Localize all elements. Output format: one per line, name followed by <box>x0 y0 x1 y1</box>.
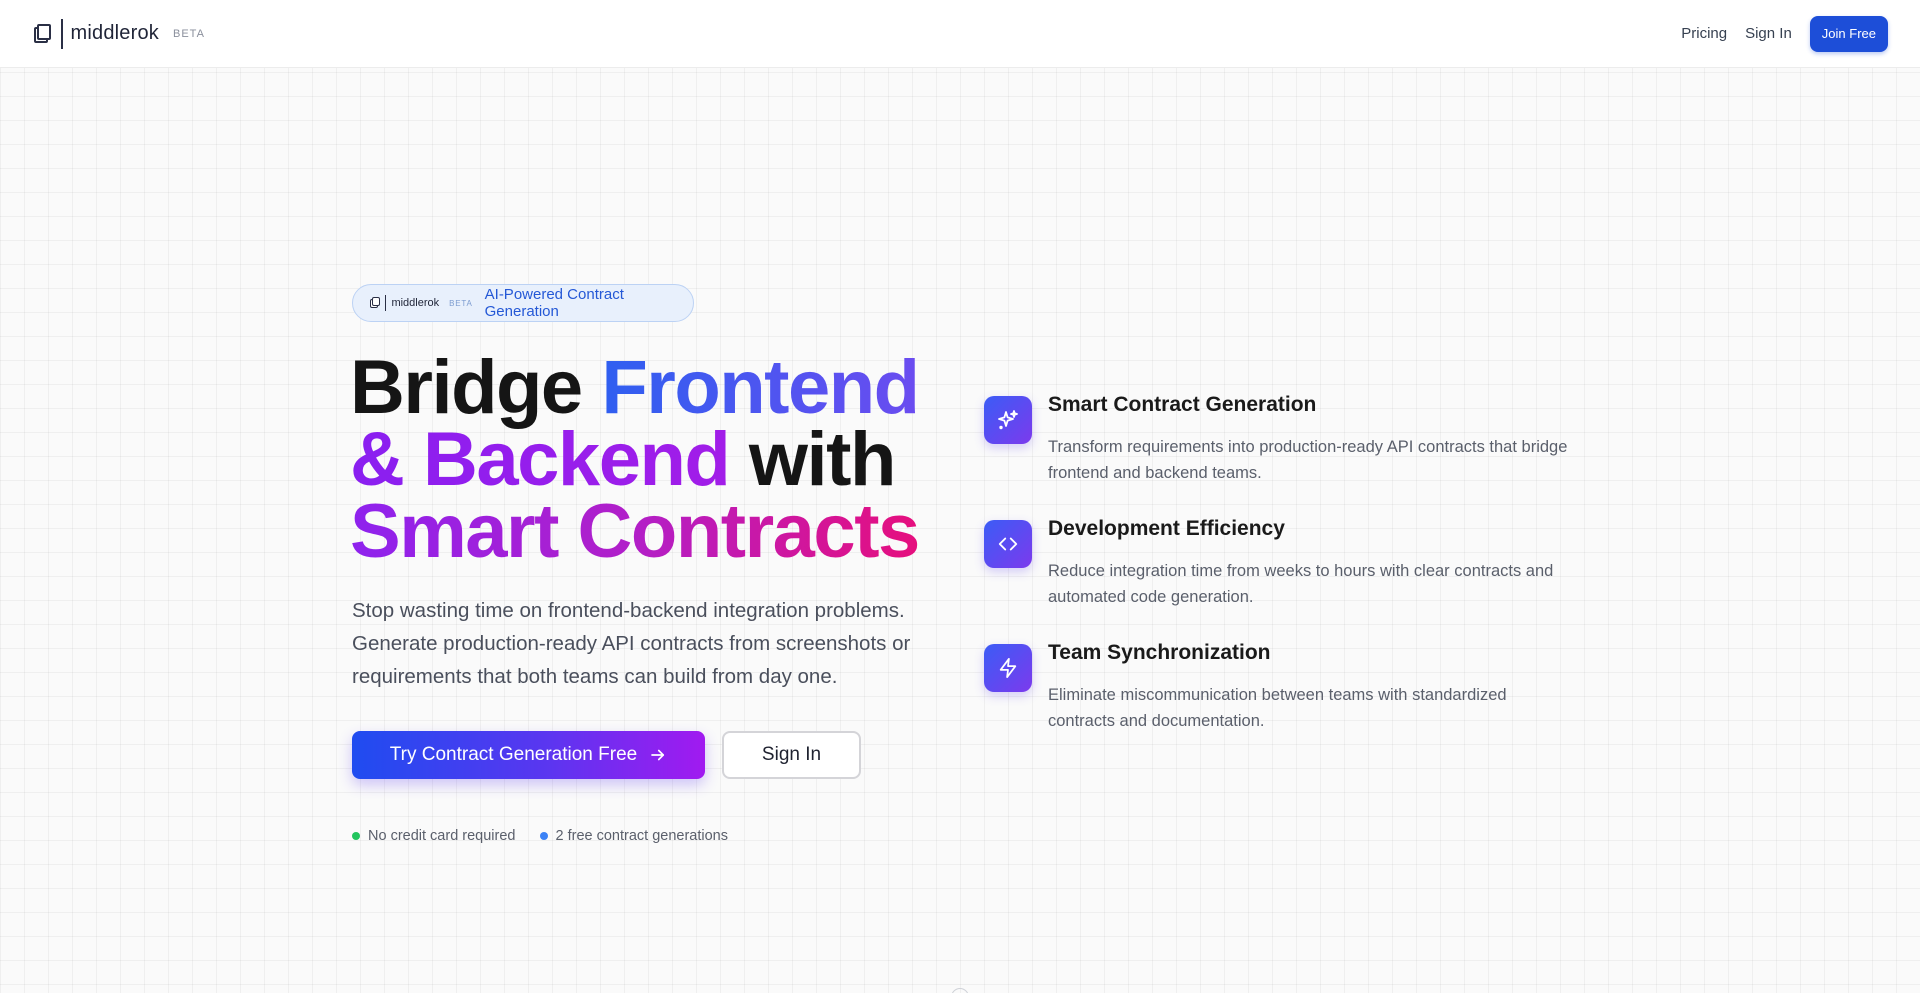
logo-divider <box>61 18 63 49</box>
hero-sign-in-button[interactable]: Sign In <box>722 731 861 779</box>
note-no-credit-card: No credit card required <box>352 828 516 844</box>
pill-logo-divider <box>385 295 387 311</box>
arrow-right-icon <box>651 749 665 761</box>
headline-part-smart-contracts: Smart Contracts <box>350 489 920 574</box>
feature-description: Eliminate miscommunication between teams… <box>1048 686 1507 730</box>
brand-logo[interactable]: middlerok BETA <box>32 18 205 49</box>
hero-notes: No credit card required 2 free contract … <box>352 828 728 844</box>
feature-title: Development Efficiency <box>1048 517 1285 540</box>
try-contract-generation-button[interactable]: Try Contract Generation Free <box>352 731 705 779</box>
pill-logo-icon <box>369 297 380 309</box>
top-nav: Pricing Sign In Join Free <box>1681 15 1888 52</box>
feature-description: Transform requirements into production-r… <box>1048 438 1568 482</box>
nav-sign-in-link[interactable]: Sign In <box>1745 25 1792 42</box>
feature-description: Reduce integration time from weeks to ho… <box>1048 562 1554 606</box>
feature-title: Team Synchronization <box>1048 641 1271 664</box>
scroll-indicator-icon[interactable] <box>951 988 969 993</box>
nav-pricing-link[interactable]: Pricing <box>1681 25 1727 42</box>
announcement-pill: middlerok BETA AI-Powered Contract Gener… <box>352 284 694 322</box>
pill-beta-badge: BETA <box>449 298 473 308</box>
beta-badge: BETA <box>173 27 205 40</box>
hero-subtitle: Stop wasting time on frontend-backend in… <box>352 599 911 688</box>
cta-primary-label: Try Contract Generation Free <box>389 744 638 765</box>
sparkles-icon <box>984 396 1032 444</box>
feature-title: Smart Contract Generation <box>1048 393 1317 416</box>
blue-dot-icon <box>539 832 548 840</box>
pill-text: AI-Powered Contract Generation <box>484 286 624 320</box>
note-text: 2 free contract generations <box>555 828 729 844</box>
note-text: No credit card required <box>368 828 516 844</box>
code-icon <box>984 520 1032 568</box>
note-free-generations: 2 free contract generations <box>539 828 729 844</box>
pill-brand-name: middlerok <box>391 297 440 309</box>
hero-headline: Bridge Frontend & Backend with Smart Con… <box>350 350 970 570</box>
brand-name: middlerok <box>70 22 159 44</box>
lightning-icon <box>984 644 1032 692</box>
logo-icon <box>32 23 54 45</box>
site-header: middlerok BETA Pricing Sign In Join Free <box>0 0 1920 68</box>
green-dot-icon <box>352 832 360 840</box>
join-free-button[interactable]: Join Free <box>1809 15 1888 52</box>
